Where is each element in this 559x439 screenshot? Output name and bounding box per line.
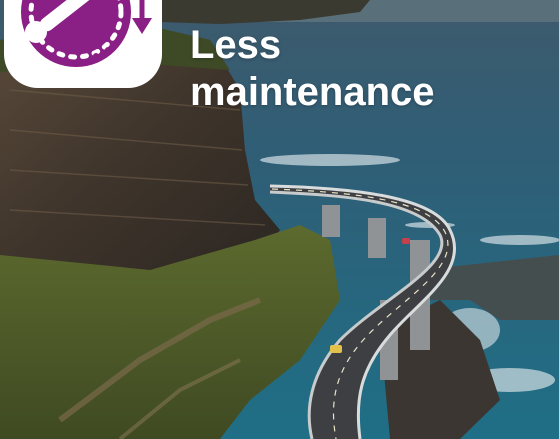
headline: Less maintenance [190, 22, 435, 116]
wrench-arrow-down-icon [21, 0, 152, 67]
car-red [402, 238, 410, 244]
maintenance-badge [4, 0, 162, 88]
headline-line-1: Less [190, 23, 282, 67]
car-yellow [330, 345, 342, 353]
headline-line-2: maintenance [190, 70, 435, 114]
